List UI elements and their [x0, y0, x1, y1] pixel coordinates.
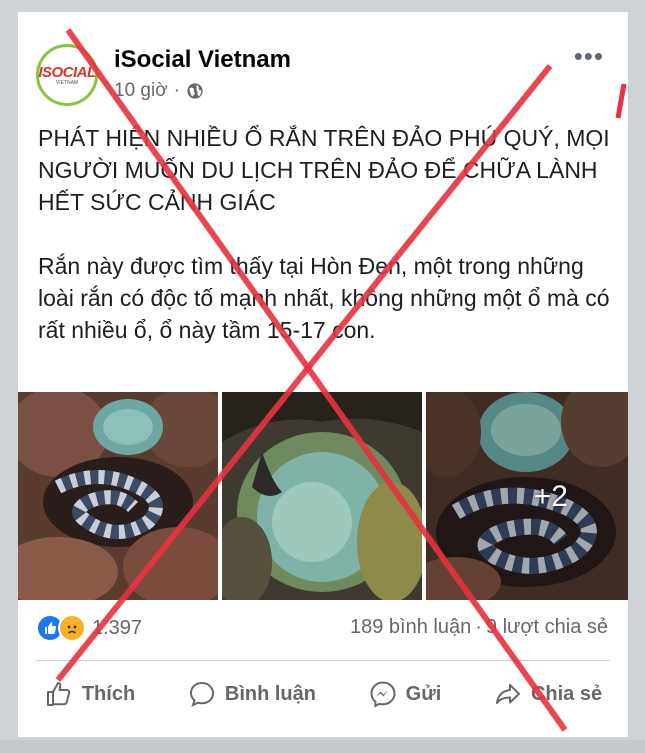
- thumb-up-icon: [46, 682, 71, 706]
- like-button[interactable]: Thích: [44, 679, 135, 709]
- share-button[interactable]: Chia sẻ: [493, 679, 602, 709]
- share-icon: [495, 684, 520, 704]
- photo-grid: +2: [18, 392, 628, 600]
- page-avatar[interactable]: ISOCIAL VIETNAM: [36, 44, 98, 106]
- share-count[interactable]: 9 lượt chia sẻ: [486, 616, 608, 639]
- page-name[interactable]: iSocial Vietnam: [114, 46, 291, 74]
- reaction-summary[interactable]: 1.397: [36, 614, 142, 642]
- post-meta: 10 giờ ·: [114, 80, 204, 102]
- engagement-stats: 189 bình luận · 9 lượt chia sẻ: [350, 616, 608, 639]
- more-icon[interactable]: •••: [574, 43, 604, 69]
- action-bar: Thích Bình luận Gửi Chia sẻ: [18, 672, 628, 716]
- messenger-icon: [370, 681, 396, 708]
- stat-separator: ·: [475, 616, 482, 638]
- comment-button[interactable]: Bình luận: [187, 679, 316, 709]
- globe-icon: [187, 83, 203, 99]
- photo-snake-nest[interactable]: +2: [426, 392, 628, 600]
- comment-count[interactable]: 189 bình luận: [350, 616, 471, 639]
- meta-separator: ·: [173, 80, 180, 101]
- more-photos-count: +2: [533, 480, 568, 513]
- bottom-bar: [0, 740, 645, 753]
- avatar-logo-sub: VIETNAM: [55, 80, 79, 86]
- post-time[interactable]: 10 giờ: [114, 80, 168, 102]
- send-button[interactable]: Gửi: [368, 679, 442, 709]
- comment-label: Bình luận: [224, 682, 316, 705]
- divider: [36, 660, 610, 661]
- like-label: Thích: [81, 682, 136, 705]
- photo-snake-cave[interactable]: [18, 392, 218, 600]
- send-label: Gửi: [405, 682, 442, 705]
- sad-reaction-icon: [58, 614, 86, 642]
- avatar-logo: ISOCIAL: [38, 64, 96, 81]
- photo-rock-pool[interactable]: [222, 392, 422, 600]
- reaction-count: 1.397: [92, 616, 143, 639]
- post-card: ISOCIAL VIETNAM iSocial Vietnam 10 giờ ·…: [18, 12, 628, 737]
- share-label: Chia sẻ: [530, 682, 603, 705]
- post-headline: PHÁT HIỆN NHIỀU Ổ RẮN TRÊN ĐẢO PHÚ QUÝ, …: [38, 125, 610, 215]
- comment-icon: [189, 681, 214, 707]
- post-body: Rắn này được tìm thấy tại Hòn Đen, một t…: [38, 253, 610, 343]
